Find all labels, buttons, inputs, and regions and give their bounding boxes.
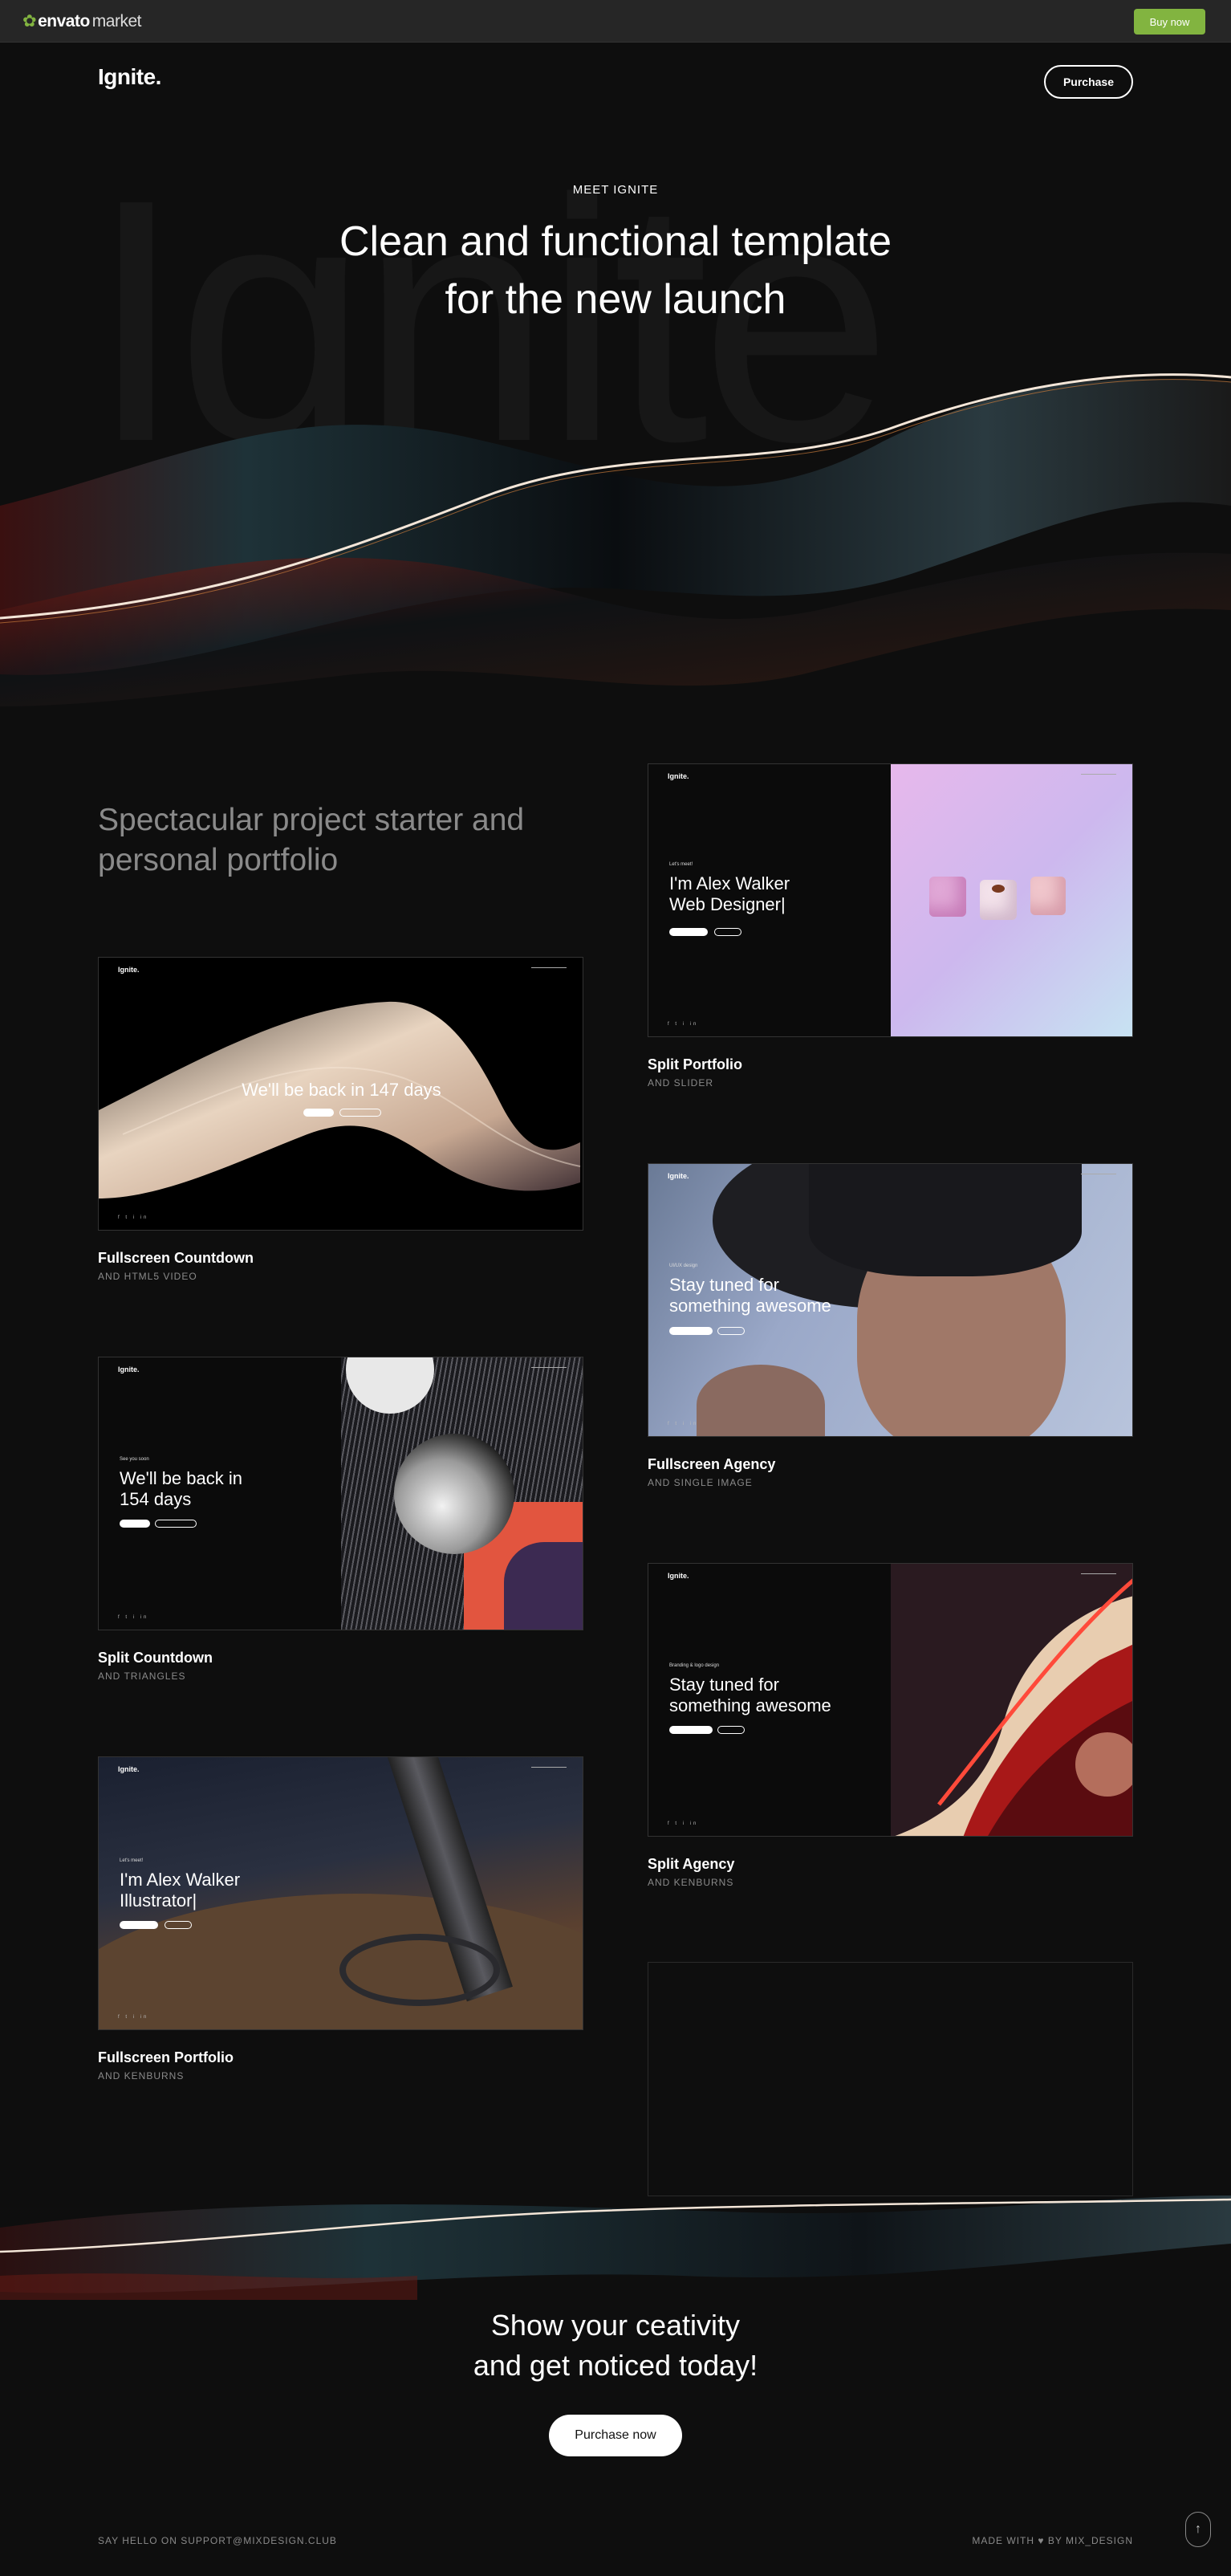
hero-title-line-2: for the new launch	[445, 276, 786, 323]
footer-contact[interactable]: SAY HELLO ON SUPPORT@MIXDESIGN.CLUB	[98, 2535, 337, 2546]
demo-primary-pill	[303, 1109, 334, 1117]
demo-heading: Stay tuned for something awesome	[669, 1275, 831, 1316]
social-icons: f t i in	[668, 1821, 699, 1826]
menu-icon	[1081, 1174, 1116, 1176]
demo-heading-line-1: Stay tuned for	[669, 1675, 779, 1695]
demo-logo: Ignite.	[668, 1572, 689, 1580]
hero-title-line-1: Clean and functional template	[339, 218, 892, 265]
demo-eyebrow: Let's meet!	[669, 862, 693, 867]
demo-logo: Ignite.	[668, 1172, 689, 1180]
demo-primary-pill	[669, 1726, 713, 1734]
demo-subtitle: AND HTML5 VIDEO	[98, 1271, 197, 1282]
demo-eyebrow: UI/UX design	[669, 1264, 698, 1268]
demo-secondary-pill	[714, 928, 741, 936]
social-icons: f t i in	[668, 1022, 699, 1027]
demo-heading: We'll be back in 154 days	[120, 1468, 242, 1510]
leaf-icon: ✿	[22, 12, 37, 31]
demo-secondary-pill	[717, 1726, 745, 1734]
demo-thumbnail[interactable]: Ignite. See you soon We'll be back in 154…	[98, 1357, 583, 1630]
demo-heading: I'm Alex Walker Web Designer|	[669, 873, 790, 915]
demo-thumbnail[interactable]: Ignite. UI/UX design Stay tuned for somet…	[648, 1163, 1133, 1437]
hero-eyebrow: MEET IGNITE	[572, 183, 659, 197]
demo-primary-pill	[120, 1921, 158, 1929]
demo-title[interactable]: Fullscreen Countdown	[98, 1250, 254, 1267]
intro-line-1: Spectacular project starter and	[98, 803, 525, 837]
demo-eyebrow: Let's meet!	[120, 1858, 144, 1863]
buy-now-button[interactable]: Buy now	[1134, 9, 1205, 35]
demo-eyebrow: See you soon	[120, 1457, 149, 1462]
demo-thumbnail[interactable]: Ignite. Branding & logo design Stay tune…	[648, 1563, 1133, 1837]
demo-secondary-pill	[165, 1921, 192, 1929]
menu-icon	[1081, 1573, 1116, 1576]
menu-icon	[1081, 774, 1116, 776]
footer-wave-image	[0, 2196, 1231, 2300]
demo-subtitle: AND TRIANGLES	[98, 1671, 186, 1682]
demo-heading-line-2: Web Designer|	[669, 894, 786, 914]
envato-brand-suffix: market	[91, 12, 142, 31]
demo-heading-line-1: We'll be back in	[120, 1468, 242, 1488]
footer-credit-suffix: BY MIX_DESIGN	[1047, 2535, 1133, 2546]
heart-icon: ♥	[1038, 2535, 1045, 2546]
demo-secondary-pill	[339, 1109, 381, 1117]
demo-thumbnail[interactable]: Ignite. We'll be back in 147 days f t i …	[98, 957, 583, 1231]
intro-line-2: personal portfolio	[98, 843, 339, 877]
cta-heading: Show your ceativity and get noticed toda…	[0, 2305, 1231, 2386]
envato-topbar: ✿envato market Buy now	[0, 0, 1231, 43]
demo-logo: Ignite.	[118, 1765, 140, 1773]
demo-subtitle: AND KENBURNS	[648, 1877, 734, 1888]
demo-thumbnail[interactable]: Ignite. Let's meet! I'm Alex Walker Illus…	[98, 1756, 583, 2030]
social-icons: f t i in	[118, 2015, 149, 2020]
demo-heading-line-2: 154 days	[120, 1489, 192, 1509]
demo-subtitle: AND SLIDER	[648, 1077, 714, 1089]
demo-heading-line-1: I'm Alex Walker	[669, 873, 790, 893]
demo-eyebrow: Branding & logo design	[669, 1663, 720, 1668]
cta-line-1: Show your ceativity	[490, 2309, 741, 2342]
social-icons: f t i in	[118, 1215, 149, 1220]
demo-subtitle: AND SINGLE IMAGE	[648, 1477, 753, 1488]
demo-heading: Stay tuned for something awesome	[669, 1675, 831, 1716]
demo-heading-line-1: I'm Alex Walker	[120, 1870, 241, 1890]
menu-icon	[531, 1367, 567, 1369]
demo-logo: Ignite.	[668, 772, 689, 780]
demo-thumbnail[interactable]: Ignite. Let's meet! I'm Alex Walker Web D…	[648, 763, 1133, 1037]
demo-primary-pill	[669, 928, 708, 936]
demo-title[interactable]: Fullscreen Portfolio	[98, 2049, 234, 2066]
demo-title[interactable]: Split Agency	[648, 1856, 734, 1873]
demo-heading-line-2: something awesome	[669, 1695, 831, 1715]
demo-heading-line-1: Stay tuned for	[669, 1275, 779, 1295]
demo-primary-pill	[669, 1327, 713, 1335]
empty-demo-placeholder	[648, 1962, 1133, 2196]
social-icons: f t i in	[118, 1615, 149, 1620]
hero-wave-image	[0, 373, 1231, 706]
demo-secondary-pill	[155, 1520, 197, 1528]
red-wave-image	[891, 1564, 1132, 1836]
footer-credit-prefix: MADE WITH	[972, 2535, 1035, 2546]
demo-logo: Ignite.	[118, 966, 140, 974]
purchase-button[interactable]: Purchase	[1044, 65, 1133, 99]
demo-subtitle: AND KENBURNS	[98, 2070, 185, 2082]
site-logo[interactable]: Ignite.	[98, 64, 161, 90]
demo-heading-line-2: something awesome	[669, 1296, 831, 1316]
envato-brand: envato	[38, 12, 90, 31]
cta-line-2: and get noticed today!	[473, 2349, 758, 2382]
demo-title[interactable]: Split Portfolio	[648, 1056, 742, 1073]
demo-primary-pill	[120, 1520, 150, 1528]
social-icons: f t i in	[668, 1422, 699, 1426]
scroll-to-top-button[interactable]: ↑	[1185, 2512, 1211, 2547]
hero-title: Clean and functional template for the ne…	[0, 213, 1231, 328]
demo-heading-line-2: Illustrator|	[120, 1890, 197, 1911]
demo-secondary-pill	[717, 1327, 745, 1335]
footer-credit: MADE WITH ♥ BY MIX_DESIGN	[972, 2535, 1133, 2546]
demo-title[interactable]: Split Countdown	[98, 1650, 213, 1666]
menu-icon	[531, 1767, 567, 1769]
menu-icon	[531, 967, 567, 970]
demo-logo: Ignite.	[118, 1365, 140, 1373]
intro-tagline: Spectacular project starter and personal…	[98, 800, 579, 881]
demo-title[interactable]: Fullscreen Agency	[648, 1456, 775, 1473]
arrow-up-icon: ↑	[1195, 2522, 1201, 2536]
purchase-now-button[interactable]: Purchase now	[549, 2415, 682, 2456]
demo-heading: I'm Alex Walker Illustrator|	[120, 1870, 240, 1911]
envato-logo[interactable]: ✿envato market	[22, 11, 141, 31]
demo-heading: We'll be back in 147 days	[242, 1080, 441, 1100]
